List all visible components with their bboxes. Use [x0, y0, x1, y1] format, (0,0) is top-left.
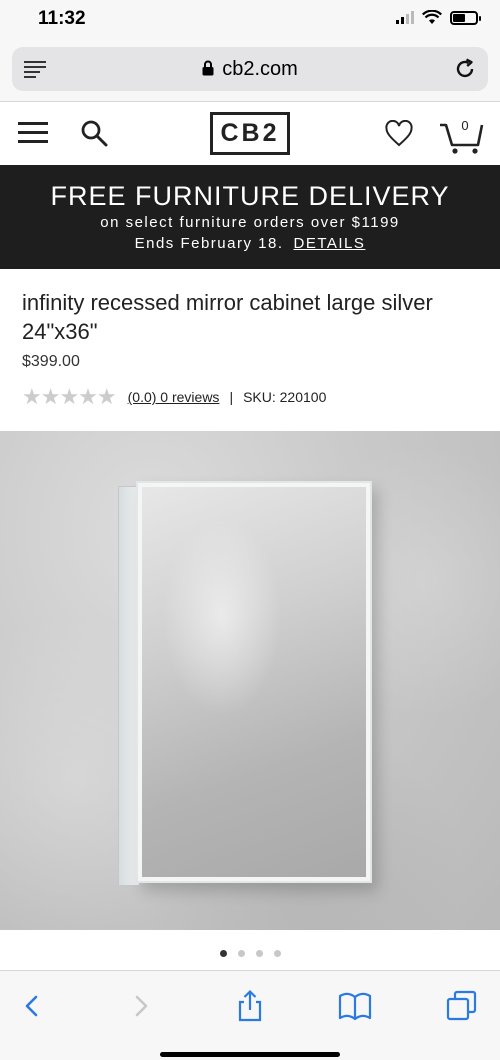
- promo-ends-text: Ends February 18.: [134, 235, 284, 252]
- site-header: CB2 0: [0, 103, 500, 165]
- url-text: cb2.com: [222, 58, 298, 80]
- address-bar[interactable]: cb2.com: [12, 47, 488, 91]
- signal-icon: [396, 11, 414, 24]
- carousel-dot[interactable]: [273, 950, 281, 957]
- status-time: 11:32: [38, 8, 86, 29]
- promo-ends: Ends February 18. DETAILS: [0, 235, 500, 252]
- hamburger-menu-icon[interactable]: [18, 122, 48, 144]
- cart-count: 0: [461, 118, 469, 133]
- promo-banner: FREE FURNITURE DELIVERY on select furnit…: [0, 165, 500, 269]
- carousel-dots: [0, 950, 500, 957]
- promo-subtitle: on select furniture orders over $1199: [100, 214, 400, 231]
- lock-icon: [202, 60, 214, 76]
- cb2-logo[interactable]: CB2: [210, 112, 290, 155]
- rating-row: ★★★★★ (0.0) 0 reviews | SKU: 220100: [22, 384, 327, 409]
- carousel-dot[interactable]: [255, 950, 263, 957]
- product-title: infinity recessed mirror cabinet large s…: [22, 290, 433, 344]
- search-icon[interactable]: [80, 119, 108, 147]
- share-icon[interactable]: [233, 989, 267, 1023]
- product-price: $399.00: [22, 353, 80, 370]
- carousel-dot[interactable]: [219, 950, 227, 957]
- details-link[interactable]: DETAILS: [294, 235, 366, 252]
- rating-stars: ★★★★★: [22, 384, 117, 409]
- browser-address-area: cb2.com: [0, 40, 500, 102]
- separator: |: [229, 389, 234, 405]
- url-display[interactable]: cb2.com: [12, 58, 488, 81]
- battery-icon: [450, 10, 481, 25]
- reload-icon[interactable]: [454, 58, 476, 80]
- heart-icon[interactable]: [385, 120, 413, 148]
- product-image[interactable]: [0, 431, 500, 930]
- back-icon[interactable]: [15, 989, 49, 1023]
- home-indicator: [160, 1052, 340, 1057]
- status-bar: 11:32: [0, 0, 500, 40]
- cart-button[interactable]: 0: [438, 115, 484, 155]
- promo-title: FREE FURNITURE DELIVERY: [50, 181, 450, 211]
- mirror-glare: [162, 517, 282, 717]
- tabs-icon[interactable]: [445, 989, 479, 1023]
- status-icons: [396, 10, 481, 25]
- carousel-dot[interactable]: [237, 950, 245, 957]
- mirror-cabinet-door: [136, 481, 372, 883]
- mirror-surface: [142, 487, 366, 877]
- reviews-link[interactable]: (0.0) 0 reviews: [128, 389, 220, 405]
- forward-icon[interactable]: [124, 989, 158, 1023]
- product-sku: SKU: 220100: [243, 389, 327, 405]
- browser-toolbar: [0, 970, 500, 1060]
- wifi-icon: [422, 10, 442, 24]
- bookmarks-icon[interactable]: [338, 989, 372, 1023]
